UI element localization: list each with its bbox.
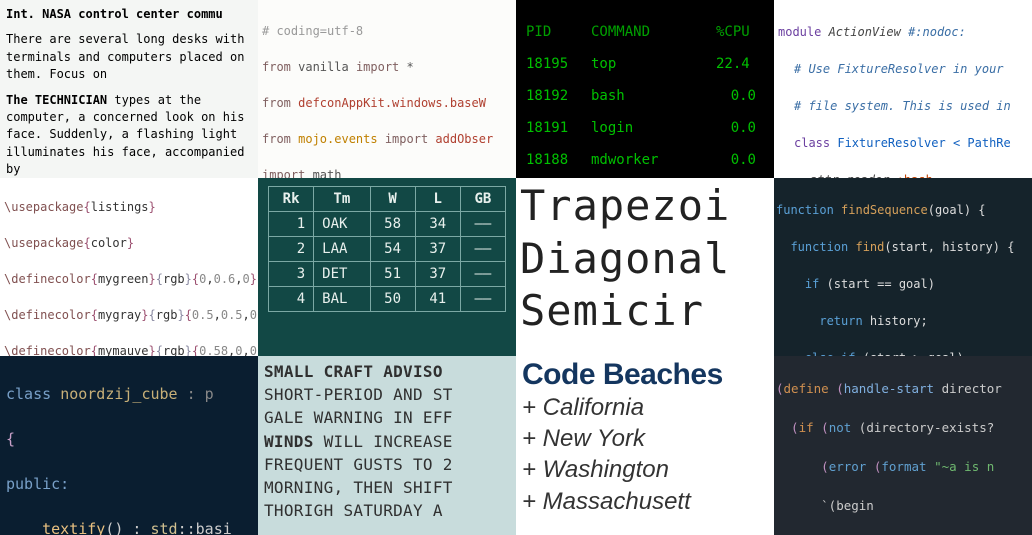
list-item: + New York xyxy=(522,423,768,454)
standings-table: RkTmWLGB 1OAK5834–– 2LAA5437–– 3DET5137–… xyxy=(268,186,506,312)
advisory-line: FREQUENT GUSTS TO 2 xyxy=(264,453,510,476)
advisory-line: SMALL CRAFT ADVISO xyxy=(264,360,510,383)
list-item: + California xyxy=(522,392,768,423)
advisory-line: MORNING, THEN SHIFT xyxy=(264,476,510,499)
scene-heading: Int. NASA control center commu xyxy=(6,6,252,23)
table-header: PIDCOMMAND%CPU xyxy=(526,24,764,40)
table-row: 2LAA5437–– xyxy=(269,237,506,262)
headline-title: Code Beaches xyxy=(522,358,768,392)
ruby-code-tile: module ActionView #:nodoc: # Use Fixture… xyxy=(774,0,1032,178)
table-row: 1OAK5834–– xyxy=(269,212,506,237)
table-row: 18192bash0.0 xyxy=(526,88,764,104)
scene-paragraph: There are several long desks with termin… xyxy=(6,31,252,83)
process-list-tile: PIDCOMMAND%CPU 18195top22.4 18192bash0.0… xyxy=(516,0,774,178)
table-row: 18188mdworker0.0 xyxy=(526,152,764,168)
lisp-code-tile: (define (handle-start director (if (not … xyxy=(774,356,1032,535)
specimen-word: Semicir xyxy=(520,285,770,338)
advisory-line: THORIGH SATURDAY A xyxy=(264,499,510,522)
table-row: 18191login0.0 xyxy=(526,120,764,136)
python-code-tile: # coding=utf-8 from vanilla import * fro… xyxy=(258,0,516,178)
table-row: 4BAL5041–– xyxy=(269,287,506,312)
list-item: + Massachusett xyxy=(522,486,768,517)
list-item: + Washington xyxy=(522,454,768,485)
javascript-code-tile: function findSequence(goal) { function f… xyxy=(774,178,1032,356)
weather-text-tile: SMALL CRAFT ADVISO SHORT-PERIOD AND ST G… xyxy=(258,356,516,535)
table-row: 18195top22.4 xyxy=(526,56,764,72)
scene-paragraph: The TECHNICIAN types at the computer, a … xyxy=(6,92,252,178)
specimen-word: Diagonal xyxy=(520,233,770,286)
latex-code-tile: \usepackage{listings} \usepackage{color}… xyxy=(0,178,258,356)
screenplay-tile: Int. NASA control center commu There are… xyxy=(0,0,258,178)
table-row: 3DET5137–– xyxy=(269,262,506,287)
advisory-line: WINDS WILL INCREASE xyxy=(264,430,510,453)
headline-tile: Code Beaches + California + New York + W… xyxy=(516,356,774,535)
table-header: RkTmWLGB xyxy=(269,187,506,212)
standings-table-tile: RkTmWLGB 1OAK5834–– 2LAA5437–– 3DET5137–… xyxy=(258,178,516,356)
type-specimen-tile: Trapezoi Diagonal Semicir xyxy=(516,178,774,356)
specimen-word: Trapezoi xyxy=(520,180,770,233)
advisory-line: SHORT-PERIOD AND ST xyxy=(264,383,510,406)
cpp-code-tile: class noordzij_cube : p { public: textif… xyxy=(0,356,258,535)
advisory-line: GALE WARNING IN EFF xyxy=(264,406,510,429)
